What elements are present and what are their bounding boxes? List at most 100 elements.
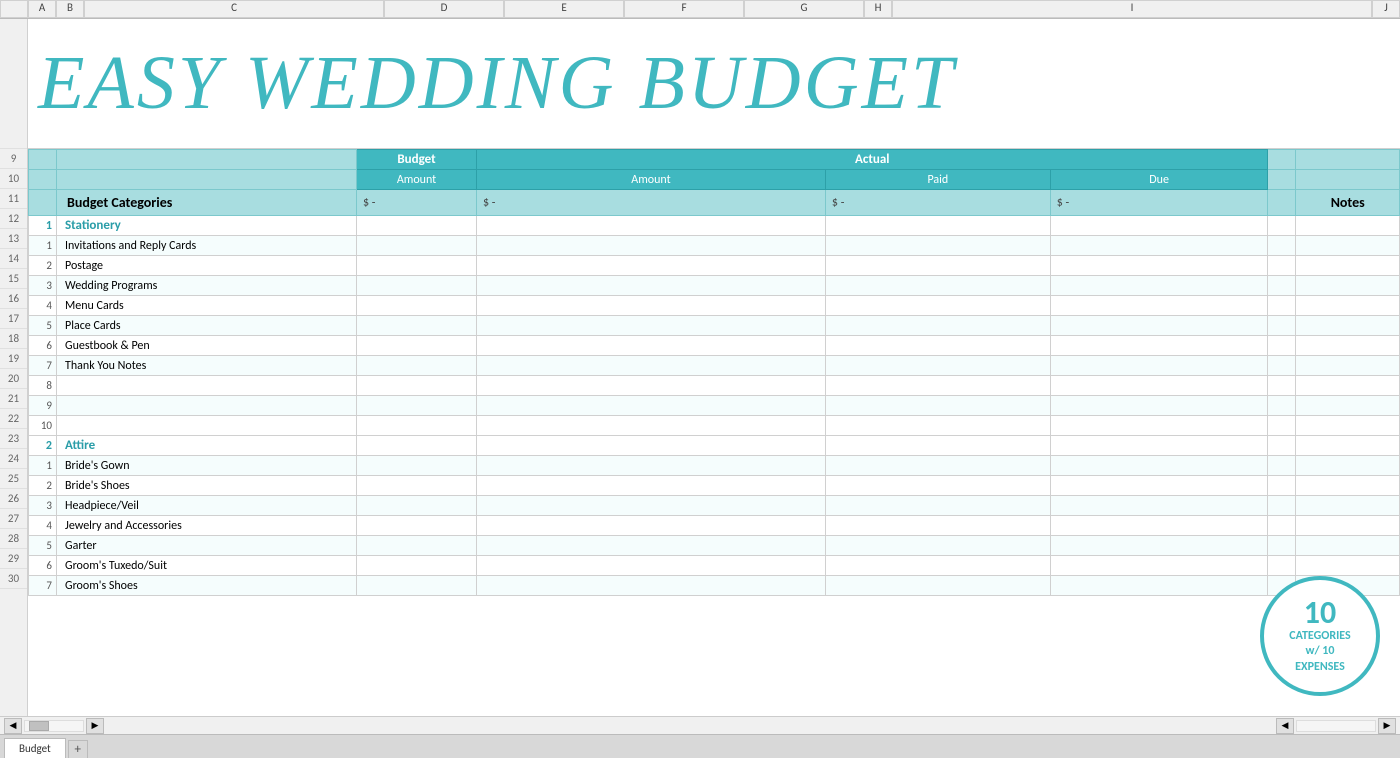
cat-name-attire: Attire	[57, 436, 357, 456]
row-num-14: 14	[0, 249, 27, 269]
row-num-29: 29	[0, 549, 27, 569]
item-row-24: 1 Bride's Gown	[29, 456, 1400, 476]
col-header-B: B	[56, 0, 84, 18]
item-num-1-6: 6	[29, 336, 57, 356]
item-num-1-10: 10	[29, 416, 57, 436]
row-num-30: 30	[0, 569, 27, 589]
row-num-25: 25	[0, 469, 27, 489]
cell-I11: Notes	[1296, 190, 1400, 216]
header-row-3: Budget Categories $ - $ - $ - $ - Notes	[29, 190, 1400, 216]
item-num-1-7: 7	[29, 356, 57, 376]
item-name-jewelry: Jewelry and Accessories	[57, 516, 357, 536]
item-name-grooms-shoes: Groom's Shoes	[57, 576, 357, 596]
col-header-F: F	[624, 0, 744, 18]
cell-D10: Amount	[357, 170, 477, 190]
item-num-2-5: 5	[29, 536, 57, 556]
row-num-12: 12	[0, 209, 27, 229]
add-sheet-button[interactable]: +	[68, 740, 88, 758]
cell-C11: Budget Categories	[57, 190, 357, 216]
spreadsheet-app: A B C D E F G H I J 9 10 11 12 13 14 15 …	[0, 0, 1400, 758]
cell-D9: Budget	[357, 150, 477, 170]
item-row-22: 10	[29, 416, 1400, 436]
scroll-right2-arrow[interactable]: ◀	[1276, 718, 1294, 734]
badge-expenses: EXPENSES	[1295, 660, 1345, 676]
item-name-brides-gown: Bride's Gown	[57, 456, 357, 476]
category-row-stationery: 1 Stationery	[29, 216, 1400, 236]
scroll-thumb[interactable]	[29, 721, 49, 731]
row-num-13: 13	[0, 229, 27, 249]
scroll-left-arrow[interactable]: ◀	[4, 718, 22, 734]
cell-I9	[1296, 150, 1400, 170]
cell-D11: $ -	[357, 190, 477, 216]
header-row-2: Amount Amount Paid Due	[29, 170, 1400, 190]
scroll-right3-arrow[interactable]: ▶	[1378, 718, 1396, 734]
badge-circle: 10 CATEGORIES w/ 10 EXPENSES	[1260, 576, 1380, 696]
spreadsheet-content: EASY WEDDING BUDGET Budget Actual A	[28, 19, 1400, 716]
cell-H9	[1268, 150, 1296, 170]
item-num-1-1: 1	[29, 236, 57, 256]
item-row-19: 7 Thank You Notes	[29, 356, 1400, 376]
item-name-guestbook: Guestbook & Pen	[57, 336, 357, 356]
item-name-place-cards: Place Cards	[57, 316, 357, 336]
badge-w10: w/ 10	[1306, 644, 1335, 660]
row-num-23: 23	[0, 429, 27, 449]
col-header-C: C	[84, 0, 384, 18]
cell-H12	[1268, 216, 1296, 236]
cell-B9	[29, 150, 57, 170]
cell-E9: Actual	[477, 150, 1268, 170]
row-numbers: 9 10 11 12 13 14 15 16 17 18 19 20 21 22…	[0, 19, 28, 716]
category-row-attire: 2 Attire	[29, 436, 1400, 456]
cell-I12	[1296, 216, 1400, 236]
cell-D12	[357, 216, 477, 236]
row-num-10: 10	[0, 169, 27, 189]
badge-number: 10	[1304, 597, 1336, 629]
item-num-2-6: 6	[29, 556, 57, 576]
item-name-thankyou: Thank You Notes	[57, 356, 357, 376]
item-num-2-7: 7	[29, 576, 57, 596]
item-row-18: 6 Guestbook & Pen	[29, 336, 1400, 356]
cell-F10: Paid	[825, 170, 1050, 190]
item-num-1-2: 2	[29, 256, 57, 276]
item-name-invitations: Invitations and Reply Cards	[57, 236, 357, 256]
row-num-24: 24	[0, 449, 27, 469]
item-name-postage: Postage	[57, 256, 357, 276]
cell-B10	[29, 170, 57, 190]
cat-num-1: 1	[29, 216, 57, 236]
budget-table: Budget Actual Amount Amount Paid Due	[28, 149, 1400, 596]
cell-E12	[477, 216, 826, 236]
row-num-20: 20	[0, 369, 27, 389]
row-num-22: 22	[0, 409, 27, 429]
col-header-D: D	[384, 0, 504, 18]
scroll-track	[24, 720, 84, 732]
item-name-brides-shoes: Bride's Shoes	[57, 476, 357, 496]
item-num-2-4: 4	[29, 516, 57, 536]
item-num-1-8: 8	[29, 376, 57, 396]
col-header-G: G	[744, 0, 864, 18]
badge-categories: CATEGORIES	[1289, 629, 1350, 645]
item-row-14: 2 Postage	[29, 256, 1400, 276]
item-row-28: 5 Garter	[29, 536, 1400, 556]
scroll-right-arrow[interactable]: ▶	[86, 718, 104, 734]
col-header-I: I	[892, 0, 1372, 18]
item-row-25: 2 Bride's Shoes	[29, 476, 1400, 496]
row-num-27: 27	[0, 509, 27, 529]
cat-name-stationery: Stationery	[57, 216, 357, 236]
cell-F12	[825, 216, 1050, 236]
cell-H11	[1268, 190, 1296, 216]
tab-budget[interactable]: Budget	[4, 738, 66, 758]
cell-G12	[1050, 216, 1268, 236]
scroll-track2	[1296, 720, 1376, 732]
row-num-11: 11	[0, 189, 27, 209]
item-name-menu-cards: Menu Cards	[57, 296, 357, 316]
item-row-21: 9	[29, 396, 1400, 416]
cell-E11: $ -	[477, 190, 826, 216]
cell-C10	[57, 170, 357, 190]
item-num-1-5: 5	[29, 316, 57, 336]
col-header-H: H	[864, 0, 892, 18]
item-row-16: 4 Menu Cards	[29, 296, 1400, 316]
row-num-28: 28	[0, 529, 27, 549]
col-header-E: E	[504, 0, 624, 18]
item-name-tuxedo: Groom's Tuxedo/Suit	[57, 556, 357, 576]
row-num-26: 26	[0, 489, 27, 509]
cell-B11	[29, 190, 57, 216]
